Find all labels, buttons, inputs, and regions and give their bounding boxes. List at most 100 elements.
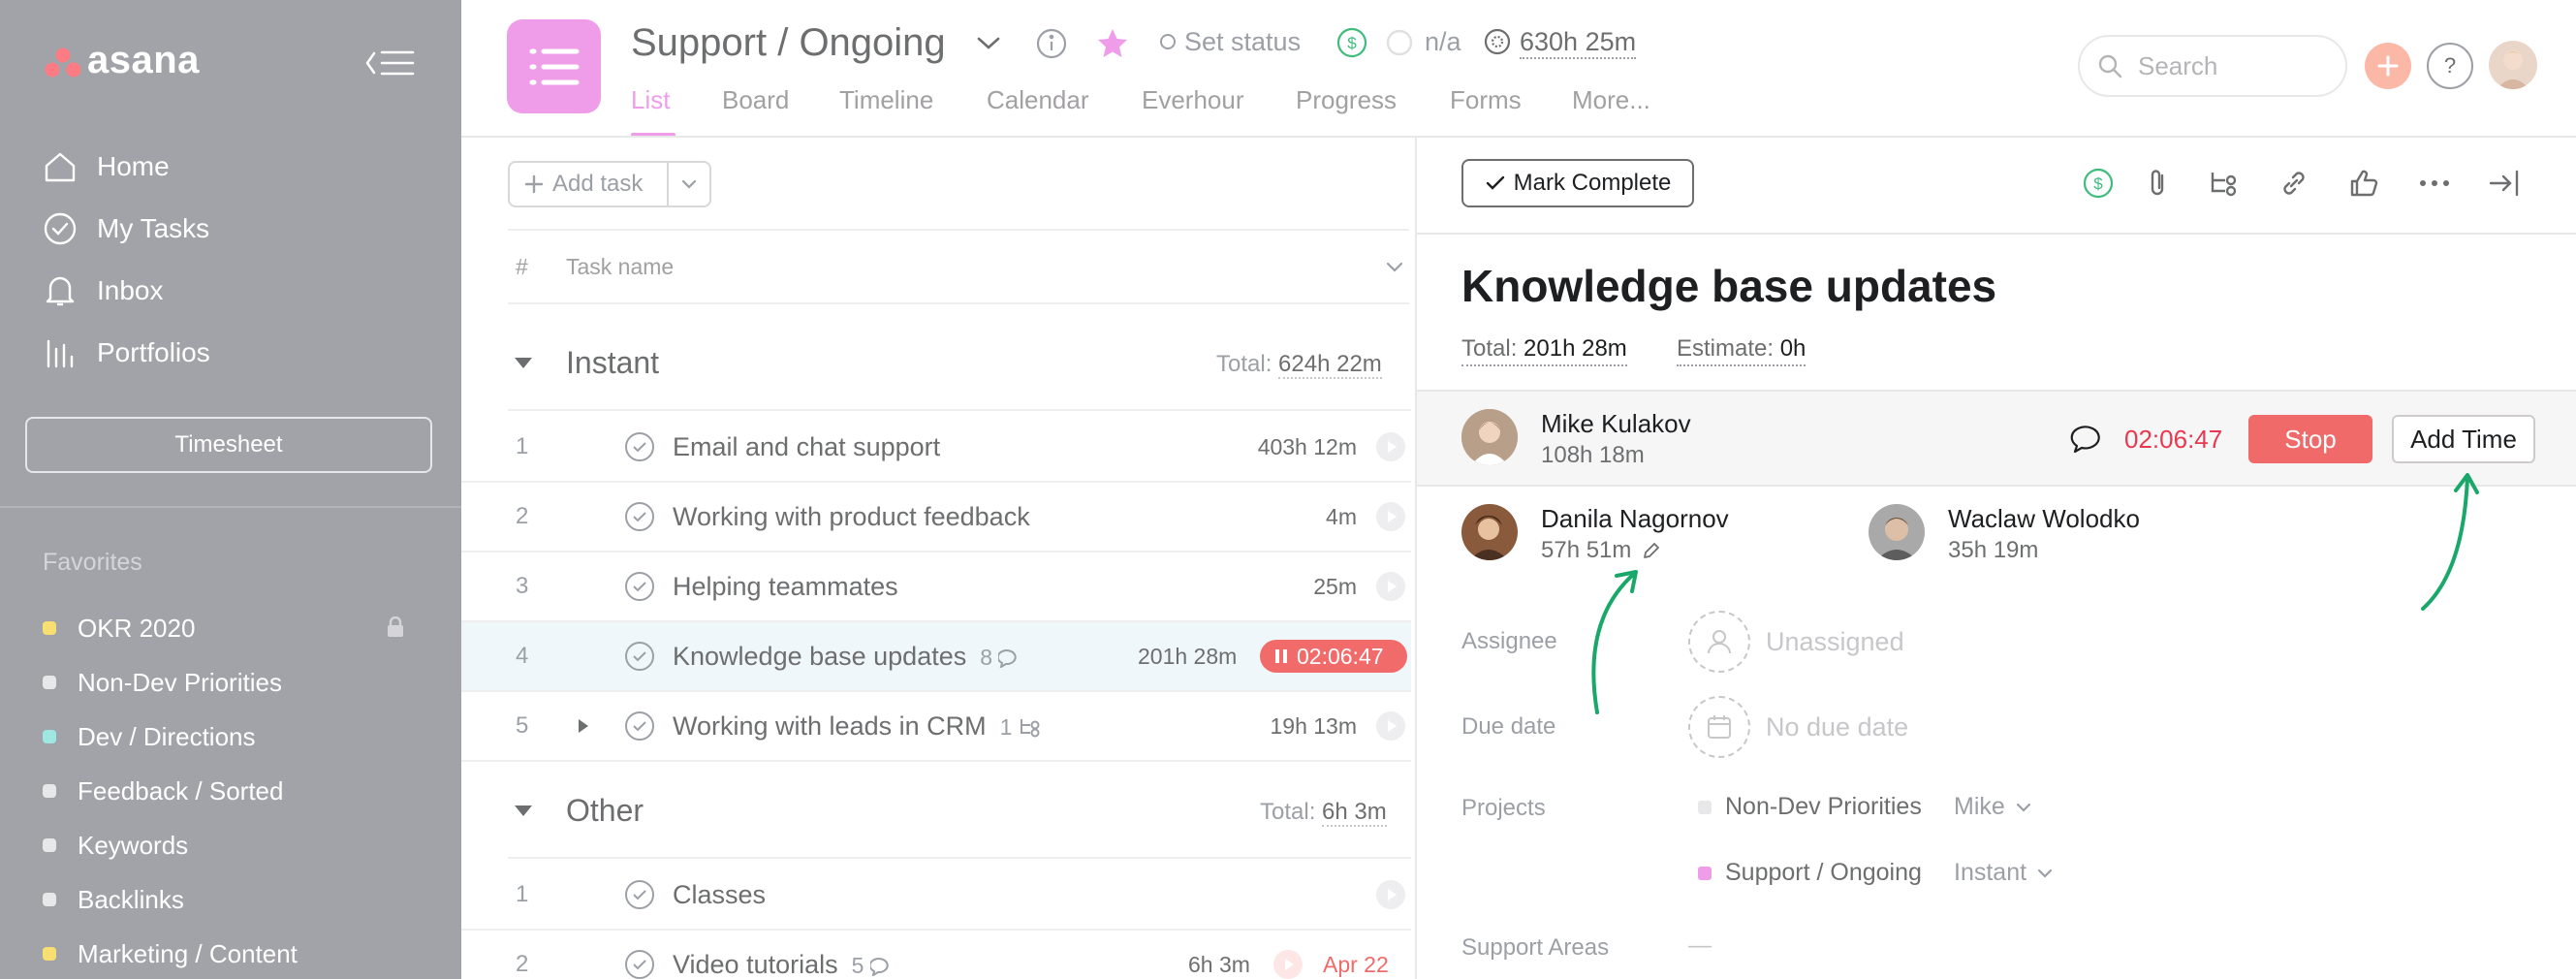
due-date-picker[interactable]	[1688, 696, 1750, 758]
star-icon[interactable]	[1095, 26, 1130, 61]
collapse-sidebar-icon[interactable]	[364, 48, 417, 78]
task-time[interactable]: 19h 13m	[1270, 713, 1357, 740]
project-item[interactable]: Support / Ongoing	[1698, 859, 1922, 887]
task-title[interactable]: Knowledge base updates	[1461, 260, 1996, 312]
task-time[interactable]: 4m	[1326, 504, 1357, 530]
play-timer-icon[interactable]	[1273, 950, 1303, 979]
calendar-icon	[1708, 715, 1731, 739]
complete-checkbox-icon[interactable]	[624, 641, 655, 672]
complete-checkbox-icon[interactable]	[624, 711, 655, 742]
nav-my-tasks[interactable]: My Tasks	[43, 205, 209, 253]
task-time[interactable]: 6h 3m	[1188, 952, 1250, 978]
nav-inbox[interactable]: Inbox	[43, 267, 164, 315]
add-task-button[interactable]: Add task	[508, 161, 711, 207]
search-input[interactable]: Search	[2078, 35, 2347, 97]
stop-timer-button[interactable]: Stop	[2248, 415, 2372, 463]
lock-icon	[386, 616, 405, 638]
favorite-item[interactable]: Keywords	[43, 826, 188, 865]
section-collapse-icon[interactable]	[512, 353, 535, 372]
add-task-dropdown[interactable]	[669, 163, 709, 205]
complete-checkbox-icon[interactable]	[624, 949, 655, 979]
list-icon	[529, 48, 580, 85]
nav-home[interactable]: Home	[43, 142, 170, 191]
quick-add-button[interactable]	[2365, 43, 2411, 89]
project-section-dropdown[interactable]: Mike	[1954, 793, 2032, 821]
favorite-item[interactable]: Backlinks	[43, 880, 184, 919]
chevron-down-icon[interactable]	[974, 31, 1003, 54]
chevron-down-icon[interactable]	[1384, 259, 1405, 274]
tab-board[interactable]: Board	[722, 85, 789, 115]
due-date-value[interactable]: No due date	[1766, 712, 1908, 742]
tab-forms[interactable]: Forms	[1450, 85, 1522, 115]
pencil-icon[interactable]	[1641, 540, 1662, 561]
task-time[interactable]: 25m	[1313, 574, 1357, 600]
tracker-time: 108h 18m	[1541, 442, 1645, 468]
tab-more[interactable]: More...	[1572, 85, 1650, 115]
favorite-item[interactable]: OKR 2020	[43, 609, 195, 647]
task-estimate[interactable]: Estimate: 0h	[1677, 335, 1806, 366]
assignee-value[interactable]: Unassigned	[1766, 627, 1904, 657]
section-collapse-icon[interactable]	[512, 801, 535, 820]
user-avatar[interactable]	[2489, 41, 2537, 89]
section-title[interactable]: Instant	[566, 345, 659, 381]
project-time-total[interactable]: 630h 25m	[1520, 27, 1637, 59]
set-status-button[interactable]: Set status	[1184, 27, 1301, 57]
nav-portfolios[interactable]: Portfolios	[43, 329, 210, 377]
complete-checkbox-icon[interactable]	[624, 501, 655, 532]
tab-calendar[interactable]: Calendar	[987, 85, 1089, 115]
like-icon[interactable]	[2347, 167, 2380, 200]
section-title[interactable]: Other	[566, 793, 644, 829]
favorite-item[interactable]: Marketing / Content	[43, 934, 298, 973]
play-timer-icon[interactable]	[1376, 502, 1405, 531]
task-row[interactable]: 5 Working with leads in CRM 1 19h 13m	[461, 692, 1411, 762]
expand-subtasks-icon[interactable]	[576, 716, 591, 736]
play-timer-icon[interactable]	[1376, 572, 1405, 601]
play-timer-icon[interactable]	[1376, 432, 1405, 461]
task-time[interactable]: 403h 12m	[1258, 434, 1357, 460]
link-icon[interactable]	[2278, 167, 2310, 200]
task-row[interactable]: 3 Helping teammates 25m	[461, 553, 1411, 622]
task-row[interactable]: 2 Working with product feedback 4m	[461, 483, 1411, 553]
project-title[interactable]: Support / Ongoing	[631, 21, 946, 65]
project-icon[interactable]	[507, 19, 601, 113]
task-row[interactable]: 1 Classes	[461, 861, 1411, 931]
favorite-item[interactable]: Non-Dev Priorities	[43, 663, 282, 702]
complete-checkbox-icon[interactable]	[624, 431, 655, 462]
project-section-dropdown[interactable]: Instant	[1954, 859, 2054, 887]
tab-list[interactable]: List	[631, 85, 670, 115]
task-time[interactable]: 201h 28m	[1138, 644, 1237, 670]
running-timer-pill[interactable]: 02:06:47	[1260, 640, 1407, 673]
favorite-item[interactable]: Feedback / Sorted	[43, 772, 283, 810]
tab-progress[interactable]: Progress	[1296, 85, 1397, 115]
play-timer-icon[interactable]	[1376, 880, 1405, 909]
favorite-item[interactable]: Dev / Directions	[43, 717, 256, 756]
complete-checkbox-icon[interactable]	[624, 879, 655, 910]
help-button[interactable]: ?	[2427, 43, 2473, 89]
assignee-picker[interactable]	[1688, 611, 1750, 673]
column-task-name[interactable]: Task name	[566, 254, 674, 280]
chevron-down-icon	[2016, 803, 2030, 812]
paperclip-icon[interactable]	[2142, 167, 2175, 200]
subtasks-icon[interactable]	[2208, 167, 2243, 200]
project-item[interactable]: Non-Dev Priorities	[1698, 793, 1922, 821]
tab-timeline[interactable]: Timeline	[839, 85, 933, 115]
task-row[interactable]: 1 Email and chat support 403h 12m	[461, 413, 1411, 483]
comment-icon[interactable]	[2070, 423, 2105, 454]
add-time-button[interactable]: Add Time	[2392, 415, 2535, 463]
due-date[interactable]: Apr 22	[1323, 952, 1389, 978]
close-panel-icon[interactable]	[2487, 167, 2522, 200]
billable-dollar-icon[interactable]: $	[2082, 167, 2115, 200]
complete-checkbox-icon[interactable]	[624, 571, 655, 602]
play-timer-icon[interactable]	[1376, 711, 1405, 741]
project-color-dot	[43, 784, 56, 798]
mark-complete-button[interactable]: Mark Complete	[1461, 159, 1694, 207]
dollar-icon[interactable]: $	[1335, 26, 1368, 59]
task-row-selected[interactable]: 4 Knowledge base updates 8 201h 28m 02:06…	[461, 622, 1411, 692]
task-row[interactable]: 2 Video tutorials 5 6h 3m Apr 22	[461, 931, 1411, 979]
tab-everhour[interactable]: Everhour	[1142, 85, 1244, 115]
timesheet-button[interactable]: Timesheet	[25, 417, 432, 473]
support-areas-value[interactable]: —	[1688, 932, 1712, 960]
add-task-main[interactable]: Add task	[510, 163, 669, 205]
more-options-icon[interactable]	[2417, 167, 2452, 200]
info-icon[interactable]	[1035, 27, 1068, 60]
